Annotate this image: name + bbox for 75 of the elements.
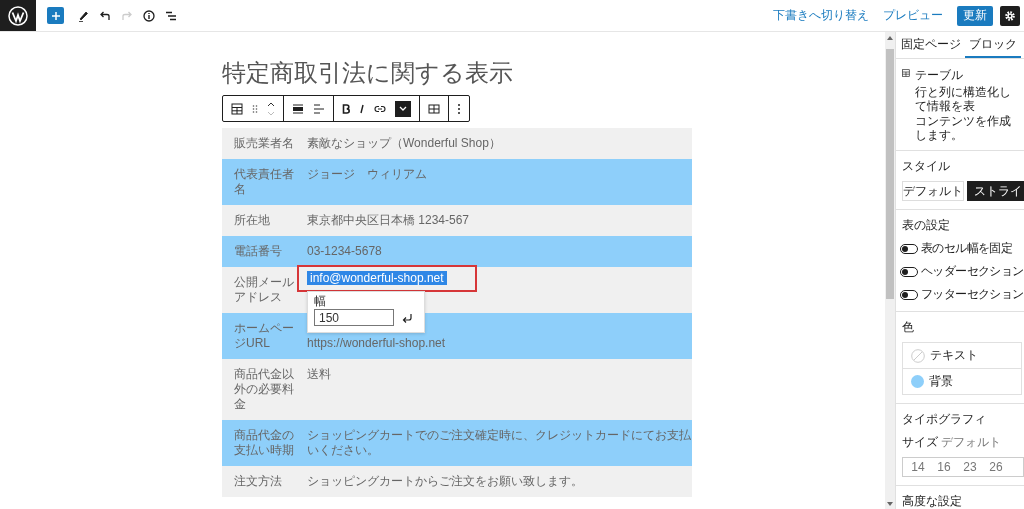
scroll-down-icon[interactable] xyxy=(887,502,893,506)
table-cell-text: 公開メールアドレス xyxy=(233,275,295,305)
scrollbar[interactable] xyxy=(885,32,895,509)
font-size-option[interactable]: 14 xyxy=(905,460,931,474)
page-title[interactable]: 特定商取引法に関する表示 xyxy=(222,58,692,88)
section-heading: スタイル xyxy=(902,158,951,175)
section-heading: 表の設定 xyxy=(902,217,951,234)
italic-icon[interactable] xyxy=(359,103,365,114)
width-input[interactable]: 150 xyxy=(314,309,394,326)
drag-handle-icon[interactable] xyxy=(252,103,258,114)
preview-link[interactable]: プレビュー xyxy=(883,7,943,24)
pencil-icon[interactable] xyxy=(77,9,89,22)
table-cell-text: 電話番号 xyxy=(233,244,283,259)
logo-icon xyxy=(8,5,28,26)
table-icon xyxy=(902,67,910,79)
options-icon[interactable] xyxy=(457,102,461,115)
table-cell-text: 販売業者名 xyxy=(233,136,295,151)
toggle-label: 表のセル幅を固定 xyxy=(921,240,1013,257)
table-cell-text: 03-1234-5678 xyxy=(307,244,383,259)
table-cell-text: https://wonderful-shop.net xyxy=(307,336,447,351)
sidebar-tab[interactable]: 固定ページ xyxy=(897,32,965,58)
color-option[interactable]: テキスト xyxy=(903,343,1021,368)
block-name: テーブル xyxy=(914,67,964,84)
bold-icon[interactable] xyxy=(342,103,350,114)
plus-icon xyxy=(50,10,61,21)
no-color-icon xyxy=(911,348,925,363)
table-cell-text: ホームページURL xyxy=(233,321,295,351)
font-size-option[interactable]: 16 xyxy=(931,460,957,474)
more-formats-button[interactable] xyxy=(395,100,411,117)
width-label: 幅 xyxy=(314,295,327,307)
table-cell-text: 所在地 xyxy=(233,213,271,228)
table-cell-text: 注文方法 xyxy=(233,474,283,489)
wordpress-logo[interactable] xyxy=(0,0,36,31)
align-left-icon[interactable] xyxy=(313,103,325,114)
block-description: 行と列に構造化して情報を表 xyxy=(914,85,1012,113)
block-description: コンテンツを作成します。 xyxy=(914,114,1012,142)
table-cell-text: 代表責任者名 xyxy=(233,167,295,197)
link-icon[interactable] xyxy=(374,104,386,113)
info-icon[interactable] xyxy=(143,9,155,22)
table-cell-text: 商品代金以外の必要料金 xyxy=(233,367,295,412)
table-cell-text: 素敵なショップ（Wonderful Shop） xyxy=(307,136,502,151)
enter-icon[interactable] xyxy=(402,312,414,323)
font-size-option[interactable]: 23 xyxy=(957,460,983,474)
chevron-down-icon xyxy=(399,106,407,111)
table-cell-text: 商品代金の支払い時期 xyxy=(233,428,295,458)
align-wide-icon[interactable] xyxy=(292,103,304,114)
add-block-button[interactable] xyxy=(47,7,64,24)
table-icon[interactable] xyxy=(231,102,243,115)
undo-icon[interactable] xyxy=(99,10,111,21)
table-cell-text: 東京都中央区日本橋 1234-567 xyxy=(307,213,471,228)
section-heading[interactable]: 高度な設定 xyxy=(902,493,1018,509)
edit-table-icon[interactable] xyxy=(428,103,440,114)
color-option[interactable]: 背景 xyxy=(903,368,1021,394)
selected-text: info@wonderful-shop.net xyxy=(307,271,447,285)
font-size-option[interactable]: 26 xyxy=(983,460,1009,474)
settings-button[interactable] xyxy=(1000,5,1020,26)
table-cell-text: ジョージ ウィリアム xyxy=(307,167,428,182)
style-option[interactable]: デフォルト xyxy=(902,181,964,201)
table-cell-text: 送料 xyxy=(307,367,332,382)
gear-icon xyxy=(1004,9,1016,22)
size-value: デフォルト xyxy=(941,434,1001,451)
size-label: サイズ xyxy=(902,434,938,451)
style-option[interactable]: ストライ xyxy=(967,181,1024,201)
table-cell: ショッピングカートでのご注文確定時に、クレジットカードにてお支払いください。 xyxy=(307,428,692,458)
list-view-icon[interactable] xyxy=(165,10,177,21)
table-cell-text: ショッピングカートからご注文をお願い致します。 xyxy=(307,474,584,489)
switch-to-draft-link[interactable]: 下書きへ切り替え xyxy=(773,7,869,24)
section-heading: タイポグラフィ xyxy=(902,411,987,428)
sidebar-tab[interactable]: ブロック xyxy=(965,32,1021,58)
scrollbar-thumb[interactable] xyxy=(886,49,894,299)
update-button[interactable]: 更新 xyxy=(957,5,993,26)
section-heading: 色 xyxy=(902,319,915,336)
toggle-label: ヘッダーセクション xyxy=(921,263,1024,280)
toggle-label: フッターセクション xyxy=(921,286,1024,303)
scroll-up-icon[interactable] xyxy=(887,36,893,40)
